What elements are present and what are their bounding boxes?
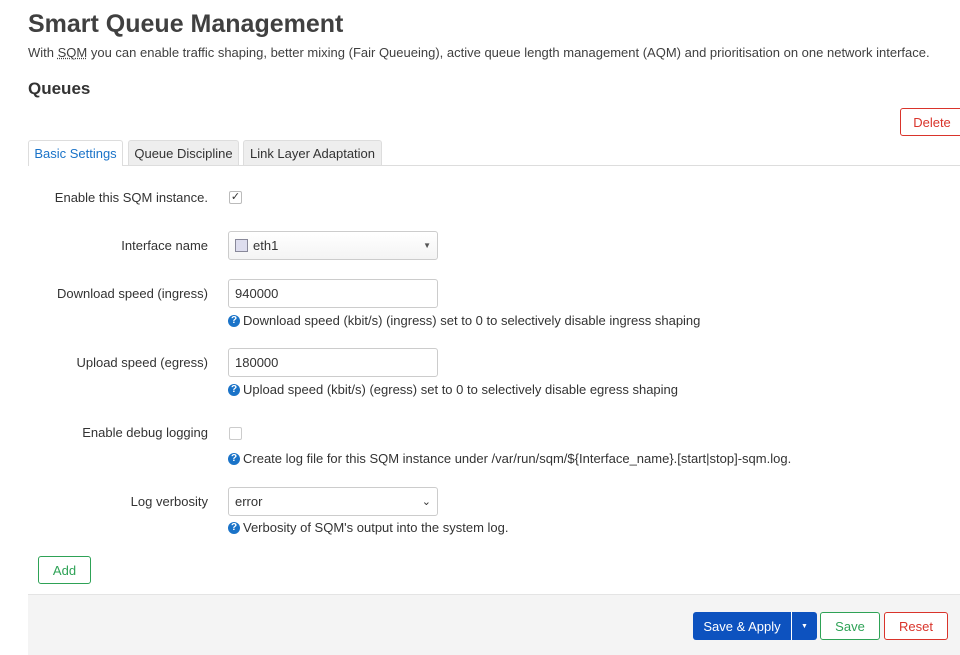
desc-prefix: With [28, 45, 58, 60]
page-title: Smart Queue Management [28, 10, 344, 38]
tab-basic-settings[interactable]: Basic Settings [28, 140, 123, 166]
upload-help: ? Upload speed (kbit/s) (egress) set to 0… [228, 382, 678, 397]
interface-label: Interface name [121, 238, 208, 253]
save-apply-dropdown-icon[interactable]: ▼ [791, 612, 817, 640]
interface-value: eth1 [253, 238, 279, 253]
network-interface-icon [235, 239, 248, 252]
add-button[interactable]: Add [38, 556, 91, 584]
chevron-down-icon: ⌄ [421, 496, 431, 508]
download-help: ? Download speed (kbit/s) (ingress) set t… [228, 313, 700, 328]
tab-link-layer-adaptation[interactable]: Link Layer Adaptation [243, 140, 382, 165]
tab-queue-discipline[interactable]: Queue Discipline [128, 140, 239, 165]
section-title: Queues [28, 79, 91, 98]
verbosity-help-text: Verbosity of SQM's output into the syste… [243, 520, 509, 535]
debug-help-text: Create log file for this SQM instance un… [243, 451, 792, 466]
verbosity-help: ? Verbosity of SQM's output into the syst… [228, 520, 509, 535]
enable-checkbox[interactable]: ✓ [229, 191, 242, 204]
reset-button[interactable]: Reset [884, 612, 948, 640]
upload-label: Upload speed (egress) [76, 355, 208, 370]
debug-help: ? Create log file for this SQM instance u… [228, 451, 791, 466]
help-icon: ? [228, 521, 240, 534]
download-help-text: Download speed (kbit/s) (ingress) set to… [243, 313, 701, 328]
delete-button[interactable]: Delete [900, 108, 960, 136]
tab-bar: Basic Settings Queue Discipline Link Lay… [28, 140, 960, 166]
help-icon: ? [228, 383, 240, 396]
interface-select[interactable]: eth1 ▼ [228, 231, 438, 260]
debug-checkbox[interactable] [229, 427, 242, 440]
help-icon: ? [228, 314, 240, 327]
upload-input[interactable]: 180000 [228, 348, 438, 377]
help-icon: ? [228, 452, 240, 465]
sqm-abbr: SQM [57, 45, 88, 60]
verbosity-select[interactable]: error ⌄ [228, 487, 438, 516]
download-label: Download speed (ingress) [56, 286, 208, 301]
page-description: With SQM you can enable traffic shaping,… [28, 45, 930, 60]
upload-help-text: Upload speed (kbit/s) (egress) set to 0 … [243, 382, 678, 397]
enable-label: Enable this SQM instance. [54, 190, 208, 205]
verbosity-value: error [235, 494, 263, 509]
verbosity-label: Log verbosity [130, 494, 208, 509]
desc-suffix: you can enable traffic shaping, better m… [87, 45, 930, 60]
debug-label: Enable debug logging [82, 425, 208, 440]
save-button[interactable]: Save [820, 612, 880, 640]
caret-down-icon: ▼ [423, 241, 431, 250]
download-input[interactable]: 940000 [228, 279, 438, 308]
save-apply-button[interactable]: Save & Apply [693, 612, 791, 640]
